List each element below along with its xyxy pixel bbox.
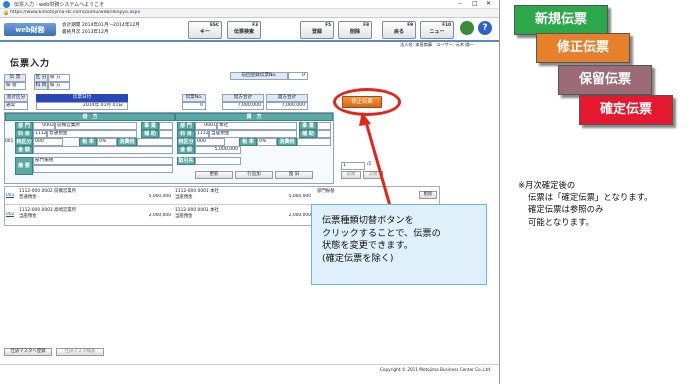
callout-box: 伝票種類切替ボタンを クリックすることで、伝票の 状態を変更できます。 (確定伝… bbox=[311, 204, 487, 285]
note-line: 可能となります。 bbox=[528, 216, 594, 227]
arrow-shaft bbox=[364, 121, 392, 207]
legend-pending-voucher: 保留伝票 bbox=[558, 65, 652, 95]
callout-text: 伝票種類切替ボタンを クリックすることで、伝票の 状態を変更できます。 (確定伝… bbox=[322, 215, 441, 265]
legend-new-voucher: 新規伝票 bbox=[514, 5, 608, 35]
callout-line: 伝票種類切替ボタンを bbox=[322, 215, 414, 226]
callout-line: (確定伝票を除く) bbox=[322, 252, 394, 264]
callout-line: クリックすることで、伝票の bbox=[322, 227, 441, 239]
note-line: ※月次確定後の bbox=[518, 180, 576, 190]
legend-revised-voucher: 修正伝票 bbox=[536, 33, 630, 63]
note-line: 伝票は「確定伝票」となります。 bbox=[528, 192, 653, 203]
arrow-head bbox=[359, 112, 371, 126]
callout-line: 状態を変更できます。 bbox=[322, 240, 413, 251]
note-line: 確定伝票は参照のみ bbox=[528, 204, 604, 215]
legend-confirmed-voucher: 確定伝票 bbox=[579, 95, 673, 125]
monthly-close-note: ※月次確定後の 伝票は「確定伝票」となります。 確定伝票は参照のみ 可能となりま… bbox=[518, 179, 653, 228]
